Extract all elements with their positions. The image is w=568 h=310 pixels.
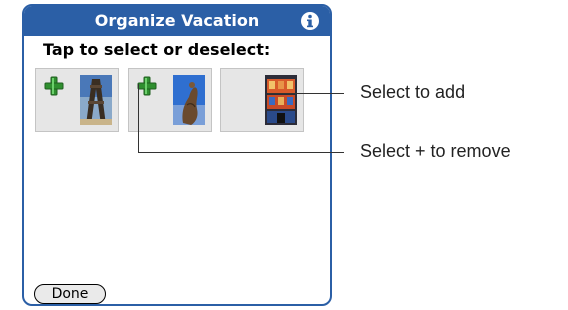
photo-thumbnail-1[interactable] (35, 68, 119, 132)
sculpture-photo (173, 75, 205, 125)
photo-thumbnail-2[interactable] (128, 68, 212, 132)
callout-select-to-add: Select to add (360, 82, 466, 102)
callout-line-remove-horizontal (138, 152, 344, 153)
title-bar: Organize Vacation (24, 6, 330, 36)
instruction-text: Tap to select or deselect: (43, 40, 271, 59)
photo-thumbnail-3[interactable] (220, 68, 304, 132)
info-icon[interactable] (300, 11, 320, 31)
callout-select-plus-to-remove: Select + to remove (360, 141, 511, 161)
bridge-tower-photo (80, 75, 112, 125)
plus-icon (44, 76, 64, 96)
done-button[interactable]: Done (34, 284, 106, 304)
plus-icon (137, 76, 157, 96)
organize-dialog: Organize Vacation Tap to select or desel… (22, 4, 332, 306)
callout-line-add (268, 93, 344, 94)
building-photo (265, 75, 297, 125)
dialog-title: Organize Vacation (94, 11, 260, 30)
callout-line-remove-vertical (138, 84, 139, 153)
